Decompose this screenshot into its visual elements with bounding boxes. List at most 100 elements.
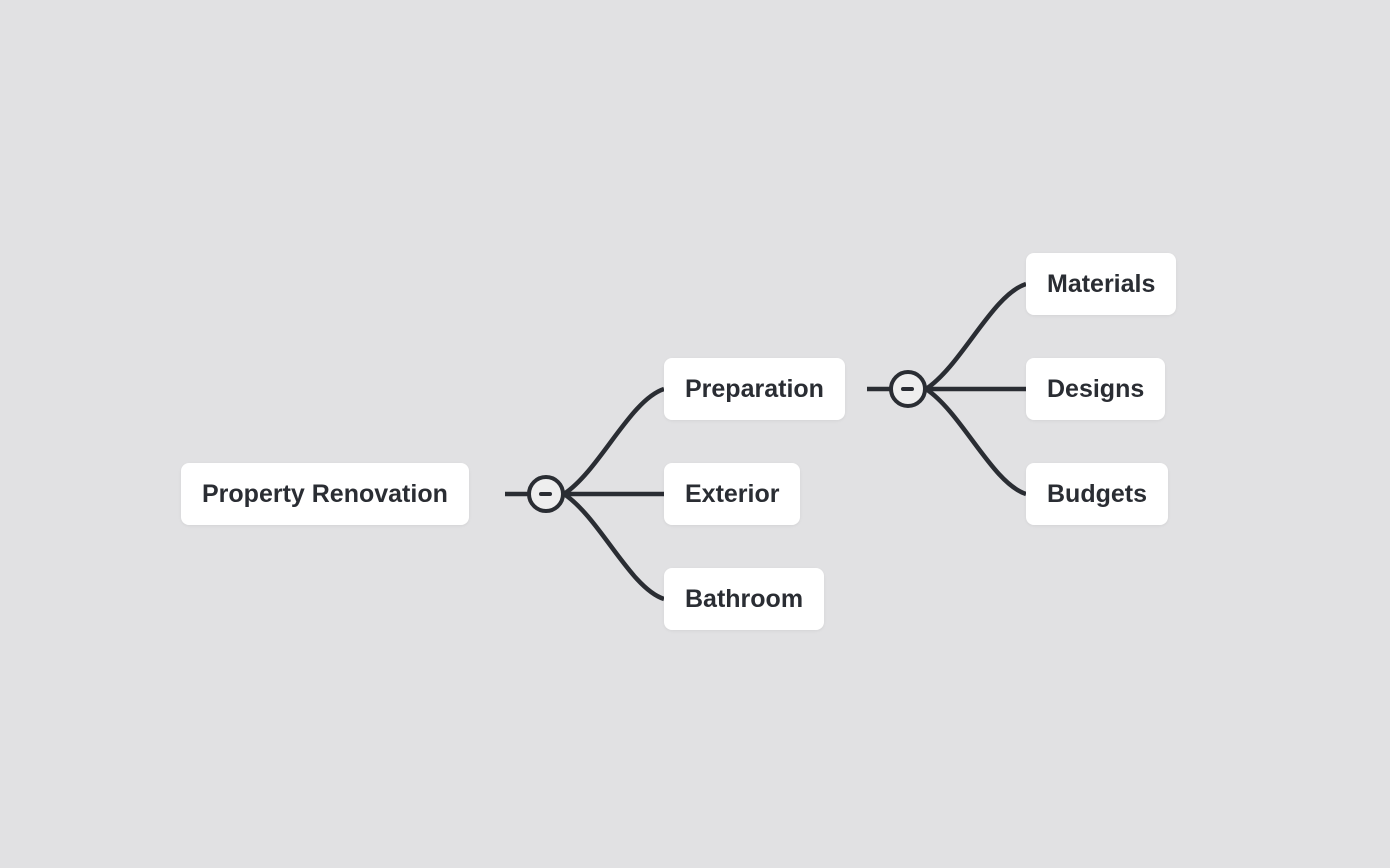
node-designs[interactable]: Designs bbox=[1026, 358, 1166, 420]
node-bathroom[interactable]: Bathroom bbox=[664, 568, 825, 630]
grid-dot bbox=[520, 187, 528, 195]
grid-dot bbox=[1024, 187, 1032, 195]
grid-dot bbox=[232, 835, 240, 843]
grid-dot bbox=[808, 475, 816, 483]
grid-dot bbox=[448, 259, 456, 267]
grid-dot bbox=[1240, 43, 1248, 51]
node-label: Bathroom bbox=[685, 584, 804, 613]
grid-dot bbox=[952, 763, 960, 771]
grid-dot bbox=[952, 259, 960, 267]
grid-dot bbox=[1168, 835, 1176, 843]
grid-dot bbox=[520, 43, 528, 51]
grid-dot bbox=[16, 763, 24, 771]
grid-dot bbox=[1384, 547, 1390, 555]
grid-dot bbox=[880, 331, 888, 339]
grid-dot bbox=[88, 763, 96, 771]
grid-dot bbox=[1240, 187, 1248, 195]
grid-dot bbox=[376, 619, 384, 627]
grid-dot bbox=[1384, 835, 1390, 843]
grid-dot bbox=[952, 403, 960, 411]
grid-dot bbox=[1168, 691, 1176, 699]
grid-dot bbox=[952, 43, 960, 51]
grid-dot bbox=[664, 331, 672, 339]
node-materials[interactable]: Materials bbox=[1026, 253, 1177, 315]
grid-dot bbox=[664, 115, 672, 123]
grid-dot bbox=[1024, 619, 1032, 627]
grid-dot bbox=[808, 547, 816, 555]
grid-dot bbox=[1312, 259, 1320, 267]
grid-dot bbox=[88, 259, 96, 267]
grid-dot bbox=[736, 835, 744, 843]
grid-dot bbox=[376, 763, 384, 771]
grid-dot bbox=[232, 619, 240, 627]
grid-dot bbox=[160, 259, 168, 267]
grid-dot bbox=[448, 547, 456, 555]
grid-dot bbox=[520, 259, 528, 267]
collapse-root-toggle[interactable] bbox=[527, 475, 565, 513]
grid-dot bbox=[880, 763, 888, 771]
grid-dot bbox=[952, 619, 960, 627]
node-preparation[interactable]: Preparation bbox=[664, 358, 845, 420]
grid-dot bbox=[592, 619, 600, 627]
grid-dot bbox=[1096, 115, 1104, 123]
grid-dot bbox=[304, 547, 312, 555]
grid-dot bbox=[160, 691, 168, 699]
grid-dot bbox=[952, 691, 960, 699]
grid-dot bbox=[232, 331, 240, 339]
grid-dot bbox=[880, 835, 888, 843]
grid-dot bbox=[592, 43, 600, 51]
grid-dot bbox=[1168, 403, 1176, 411]
grid-dot bbox=[160, 43, 168, 51]
grid-dot bbox=[664, 43, 672, 51]
grid-dot bbox=[1240, 547, 1248, 555]
node-exterior[interactable]: Exterior bbox=[664, 463, 801, 525]
grid-dot bbox=[1312, 187, 1320, 195]
grid-dot bbox=[520, 403, 528, 411]
node-property-renovation[interactable]: Property Renovation bbox=[181, 463, 469, 525]
grid-dot bbox=[1168, 115, 1176, 123]
grid-dot bbox=[160, 835, 168, 843]
grid-dot bbox=[1240, 619, 1248, 627]
grid-dot bbox=[160, 547, 168, 555]
grid-dot bbox=[304, 619, 312, 627]
grid-dot bbox=[448, 763, 456, 771]
grid-dot bbox=[736, 115, 744, 123]
grid-dot bbox=[1024, 763, 1032, 771]
grid-dot bbox=[592, 691, 600, 699]
grid-dot bbox=[880, 259, 888, 267]
grid-dot bbox=[448, 115, 456, 123]
grid-dot bbox=[880, 475, 888, 483]
grid-dot bbox=[88, 187, 96, 195]
grid-dot bbox=[520, 691, 528, 699]
grid-dot bbox=[1384, 115, 1390, 123]
grid-dot bbox=[88, 547, 96, 555]
grid-dot bbox=[1024, 331, 1032, 339]
grid-dot bbox=[448, 187, 456, 195]
node-budgets[interactable]: Budgets bbox=[1026, 463, 1168, 525]
grid-dot bbox=[88, 691, 96, 699]
grid-dot bbox=[952, 547, 960, 555]
grid-dot bbox=[880, 547, 888, 555]
grid-dot bbox=[88, 115, 96, 123]
grid-dot bbox=[304, 115, 312, 123]
grid-dot bbox=[160, 403, 168, 411]
grid-dot bbox=[1168, 547, 1176, 555]
grid-dot bbox=[1168, 187, 1176, 195]
grid-dot bbox=[1096, 43, 1104, 51]
grid-dot bbox=[232, 43, 240, 51]
grid-dot bbox=[160, 115, 168, 123]
grid-dot bbox=[880, 115, 888, 123]
collapse-preparation-toggle[interactable] bbox=[889, 370, 927, 408]
grid-dot bbox=[16, 619, 24, 627]
grid-dot bbox=[1024, 115, 1032, 123]
grid-dot bbox=[1240, 475, 1248, 483]
grid-dot bbox=[88, 835, 96, 843]
grid-dot bbox=[808, 43, 816, 51]
grid-dot bbox=[88, 331, 96, 339]
grid-dot bbox=[160, 475, 168, 483]
grid-dot bbox=[952, 835, 960, 843]
grid-dot bbox=[736, 187, 744, 195]
grid-dot bbox=[304, 43, 312, 51]
grid-dot bbox=[664, 835, 672, 843]
grid-dot bbox=[1096, 691, 1104, 699]
